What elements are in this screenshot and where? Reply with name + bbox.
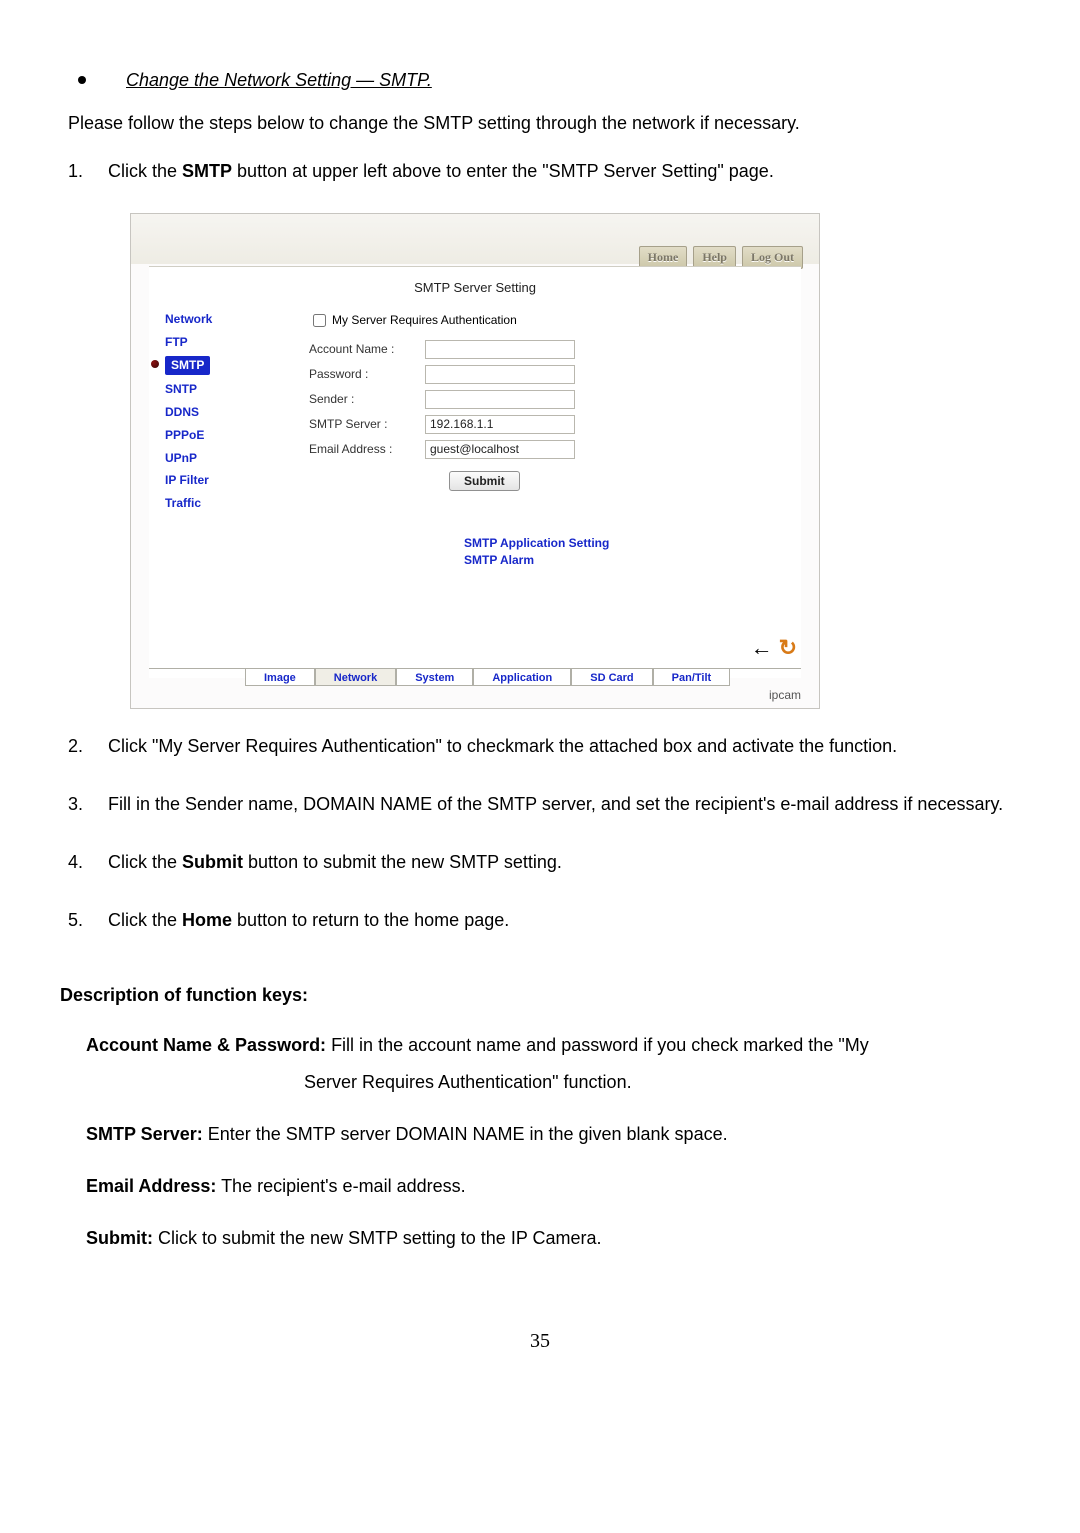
sidebar-item-pppoe[interactable]: PPPoE — [165, 427, 269, 444]
step-text: Click "My Server Requires Authentication… — [108, 729, 1020, 763]
bullet-icon — [78, 76, 86, 84]
sidebar-item-sntp[interactable]: SNTP — [165, 381, 269, 398]
tab-image[interactable]: Image — [245, 669, 315, 686]
step-text: Fill in the Sender name, DOMAIN NAME of … — [108, 787, 1020, 821]
step-number: 3. — [68, 787, 108, 821]
desc-item: Email Address: The recipient's e-mail ad… — [86, 1168, 1020, 1206]
sidebar-item-upnp[interactable]: UPnP — [165, 450, 269, 467]
step-number: 2. — [68, 729, 108, 763]
step-text: Click the SMTP button at upper left abov… — [108, 154, 1020, 188]
account-input[interactable] — [425, 340, 575, 359]
brand-label: ipcam — [769, 687, 801, 704]
section-title: Change the Network Setting — SMTP. — [126, 68, 432, 93]
auth-label: My Server Requires Authentication — [332, 312, 517, 329]
tab-system[interactable]: System — [396, 669, 473, 686]
sender-input[interactable] — [425, 390, 575, 409]
password-input[interactable] — [425, 365, 575, 384]
sidebar-item-network[interactable]: Network — [165, 311, 269, 328]
email-label: Email Address : — [309, 441, 425, 458]
smtp-label: SMTP Server : — [309, 416, 425, 433]
desc-item: SMTP Server: Enter the SMTP server DOMAI… — [86, 1116, 1020, 1154]
step-text: Click the Submit button to submit the ne… — [108, 845, 1020, 879]
tab-application[interactable]: Application — [473, 669, 571, 686]
step-number: 1. — [68, 154, 108, 188]
smtp-alarm-link[interactable]: SMTP Alarm — [464, 552, 793, 569]
email-input[interactable] — [425, 440, 575, 459]
sidebar-item-ipfilter[interactable]: IP Filter — [165, 472, 269, 489]
page-title: SMTP Server Setting — [149, 267, 801, 311]
tab-sdcard[interactable]: SD Card — [571, 669, 652, 686]
desc-heading: Description of function keys: — [60, 983, 1020, 1008]
tab-network[interactable]: Network — [315, 669, 396, 686]
submit-button[interactable]: Submit — [449, 471, 520, 491]
desc-item: Submit: Click to submit the new SMTP set… — [86, 1220, 1020, 1258]
page-number: 35 — [60, 1327, 1020, 1355]
smtp-settings-screenshot: Home Help Log Out SMTP Server Setting Ne… — [130, 213, 820, 709]
password-label: Password : — [309, 366, 425, 383]
sidebar-item-traffic[interactable]: Traffic — [165, 495, 269, 512]
smtp-input[interactable] — [425, 415, 575, 434]
tab-pantilt[interactable]: Pan/Tilt — [653, 669, 731, 686]
step-text: Click the Home button to return to the h… — [108, 903, 1020, 937]
back-icon[interactable]: ← — [751, 633, 773, 664]
sender-label: Sender : — [309, 391, 425, 408]
desc-item: Account Name & Password: Fill in the acc… — [86, 1027, 1020, 1103]
account-label: Account Name : — [309, 341, 425, 358]
step-number: 4. — [68, 845, 108, 879]
sidebar-item-smtp[interactable]: SMTP — [165, 356, 210, 375]
auth-checkbox[interactable] — [313, 314, 326, 327]
sidebar-item-ftp[interactable]: FTP — [165, 334, 269, 351]
intro-text: Please follow the steps below to change … — [68, 111, 1020, 136]
refresh-icon[interactable]: ↻ — [779, 633, 797, 664]
smtp-application-link[interactable]: SMTP Application Setting — [464, 535, 793, 552]
sidebar-item-ddns[interactable]: DDNS — [165, 404, 269, 421]
step-number: 5. — [68, 903, 108, 937]
